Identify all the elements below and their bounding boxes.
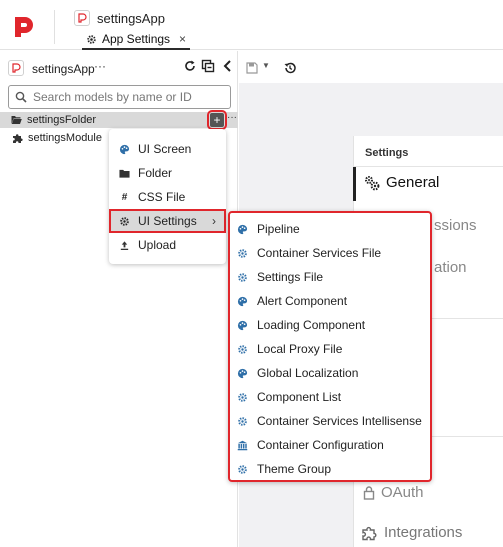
top-header: settingsApp App Settings × (0, 0, 503, 50)
collapse-all-icon[interactable] (201, 59, 215, 73)
submenu-item-label: Pipeline (257, 222, 300, 236)
folder-more-options-icon[interactable]: ··· (227, 112, 237, 123)
palette-icon (237, 320, 248, 330)
menu-item-folder[interactable]: Folder (109, 161, 226, 185)
chevron-left-icon[interactable] (221, 59, 235, 73)
settings-nav-oauth[interactable]: OAuth (363, 484, 424, 501)
submenu-item-label: Global Localization (257, 366, 359, 380)
search-box[interactable] (8, 85, 231, 109)
cog-icon (238, 464, 247, 474)
cog-icon (238, 272, 247, 282)
submenu-item-label: Loading Component (257, 318, 366, 332)
palette-icon (119, 144, 130, 154)
gears-icon (365, 175, 380, 190)
settings-nav-general[interactable]: General (364, 174, 439, 191)
submenu-item-label: Alert Component (257, 294, 348, 308)
tab-app-settings[interactable]: App Settings × (82, 30, 191, 50)
header-divider (54, 10, 55, 44)
palette-icon (237, 224, 248, 234)
app-tile-icon (8, 60, 24, 76)
app-name: settingsApp (97, 11, 165, 26)
bank-icon (237, 440, 248, 450)
search-input[interactable] (33, 90, 223, 104)
sidebar-header: settingsApp ··· (0, 51, 238, 83)
history-icon[interactable] (283, 61, 297, 75)
menu-item-ui-settings[interactable]: UI Settings › (109, 209, 226, 233)
cog-icon (238, 416, 247, 426)
add-menu: UI Screen Folder # CSS File UI Settings … (109, 129, 226, 264)
more-options-icon[interactable]: ··· (94, 59, 106, 73)
nav-label: General (386, 174, 440, 191)
cog-icon (238, 248, 247, 258)
submenu-item-global-localization[interactable]: Global Localization (228, 361, 432, 385)
refresh-icon[interactable] (183, 59, 197, 73)
sidebar-app-name[interactable]: settingsApp (32, 62, 95, 76)
chevron-right-icon: › (212, 214, 216, 228)
app-tile-icon (74, 10, 90, 26)
submenu-item-label: Container Services File (257, 246, 382, 260)
nav-label: Integrations (384, 524, 463, 541)
settings-heading: Settings (365, 147, 409, 159)
submenu-item-theme-group[interactable]: Theme Group (228, 457, 432, 481)
gear-icon (87, 34, 96, 44)
settings-nav-integrations[interactable]: Integrations (361, 524, 462, 541)
app-logo-icon[interactable] (12, 14, 36, 38)
tree-item-settings-folder[interactable]: settingsFolder (0, 112, 238, 128)
settings-nav-partial[interactable]: ation (434, 259, 467, 276)
sidebar: settingsApp ··· settingsFolder + ··· (0, 51, 238, 547)
palette-icon (237, 368, 248, 378)
menu-item-upload[interactable]: Upload (109, 233, 226, 257)
upload-icon (120, 240, 129, 250)
close-tab-icon[interactable]: × (179, 32, 186, 46)
menu-item-label: Folder (138, 166, 173, 180)
puzzle-icon (362, 526, 377, 540)
ui-settings-submenu: Pipeline Container Services File Setting… (228, 211, 432, 482)
menu-item-css-file[interactable]: # CSS File (109, 185, 226, 209)
main-toolbar: ▼ (239, 51, 503, 83)
submenu-item-label: Local Proxy File (257, 342, 343, 356)
submenu-item-label: Container Services Intellisense (257, 414, 422, 428)
tree-item-label: settingsFolder (27, 114, 97, 126)
settings-nav-partial[interactable]: ssions (434, 217, 477, 234)
submenu-item-container-configuration[interactable]: Container Configuration (228, 433, 432, 457)
menu-item-label: Upload (138, 238, 177, 252)
submenu-item-label: Settings File (257, 270, 324, 284)
submenu-item-label: Container Configuration (257, 438, 384, 452)
submenu-item-container-services-file[interactable]: Container Services File (228, 241, 432, 265)
tab-label: App Settings (102, 32, 171, 46)
menu-item-label: CSS File (138, 190, 186, 204)
cog-icon (238, 344, 247, 354)
puzzle-icon (13, 133, 23, 143)
palette-icon (237, 296, 248, 306)
submenu-item-settings-file[interactable]: Settings File (228, 265, 432, 289)
menu-item-ui-screen[interactable]: UI Screen (109, 137, 226, 161)
submenu-item-loading-component[interactable]: Loading Component (228, 313, 432, 337)
submenu-item-container-services-intellisense[interactable]: Container Services Intellisense (228, 409, 432, 433)
divider (353, 166, 503, 167)
gear-icon (120, 216, 129, 226)
submenu-item-label: Component List (257, 390, 342, 404)
submenu-item-component-list[interactable]: Component List (228, 385, 432, 409)
menu-item-label: UI Screen (138, 142, 192, 156)
chevron-down-icon[interactable]: ▼ (262, 61, 270, 70)
active-indicator (353, 167, 356, 201)
cog-icon (238, 392, 247, 402)
folder-icon (119, 169, 130, 178)
add-button[interactable]: + (207, 110, 227, 130)
submenu-item-local-proxy-file[interactable]: Local Proxy File (228, 337, 432, 361)
menu-item-label: UI Settings (138, 214, 197, 228)
submenu-item-label: Theme Group (257, 462, 332, 476)
lock-icon (363, 485, 375, 500)
tree-item-label: settingsModule (28, 132, 102, 144)
submenu-item-pipeline[interactable]: Pipeline (228, 217, 432, 241)
search-icon (15, 91, 27, 103)
nav-label: OAuth (381, 484, 424, 501)
hash-icon: # (121, 191, 128, 203)
save-icon[interactable] (246, 62, 258, 74)
submenu-item-alert-component[interactable]: Alert Component (228, 289, 432, 313)
folder-open-icon (11, 116, 22, 124)
